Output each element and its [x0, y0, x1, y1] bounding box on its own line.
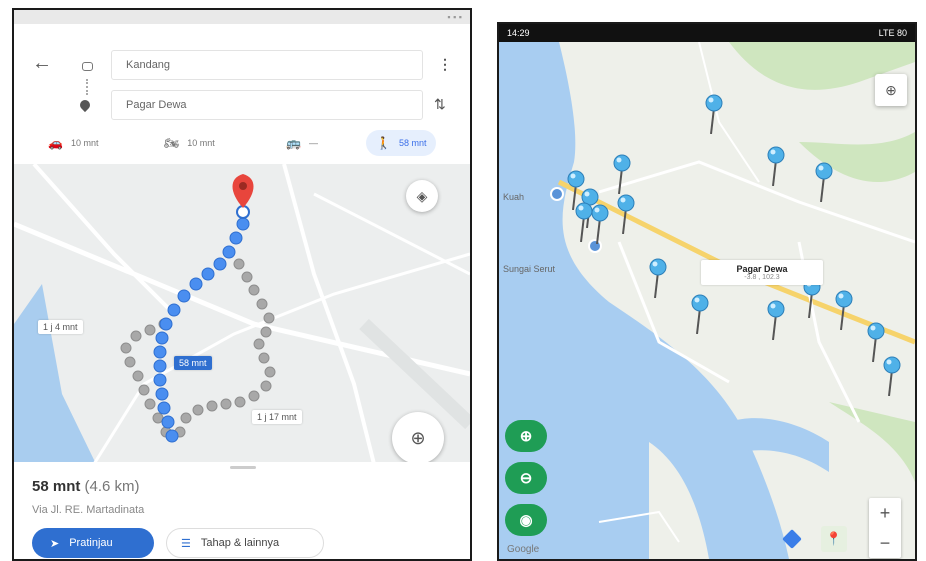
location-pin-icon[interactable] [767, 300, 785, 341]
route-distance: (4.6 km) [84, 478, 140, 495]
list-icon: ☰ [181, 537, 191, 550]
park-area-3 [829, 402, 915, 482]
bus-icon: 🚌 [286, 136, 301, 150]
zoom-in-magnifier-button[interactable]: ⊕ [505, 420, 547, 452]
destination-map-pin-icon [232, 174, 254, 208]
route-summary-line: 58 mnt (4.6 km) [32, 478, 140, 495]
steps-button-label: Tahap & lainnya [200, 537, 280, 549]
map-label-kuah: Kuah [503, 192, 525, 202]
layers-button[interactable]: ◈ [406, 180, 438, 212]
location-pin-icon[interactable] [617, 194, 635, 235]
hill-shade [359, 318, 470, 430]
magnifier-plus-icon: ⊕ [519, 428, 533, 445]
route-summary-card: 58 mnt (4.6 km) Via Jl. RE. Martadinata … [14, 462, 470, 559]
directions-diamond-icon [782, 529, 802, 549]
left-phone-screen: ▪ ▪ ▪ ← Kandang Pagar Dewa ⋮ ⇅ 🚗 10 mnt … [12, 8, 472, 561]
route-via: Via Jl. RE. Martadinata [32, 504, 145, 516]
right-phone-screen: 14:29 LTE 80 Kuah Sungai Serut Pagar Dew… [497, 22, 917, 561]
google-maps-icon: 📍 [825, 531, 843, 546]
google-logo: Google [507, 544, 540, 555]
swap-icon[interactable]: ⇅ [434, 96, 446, 113]
location-pin-icon[interactable] [767, 146, 785, 187]
map-label-sungai-serut: Sungai Serut [503, 264, 556, 274]
location-popup[interactable]: Pagar Dewa -3.8 , 102.3 [701, 260, 823, 285]
right-status-bar: 14:29 LTE 80 [499, 24, 915, 42]
location-pin-icon[interactable] [815, 162, 833, 203]
zoom-plus-button[interactable]: + [869, 498, 901, 528]
destination-field-text: Pagar Dewa [126, 99, 187, 111]
steps-button[interactable]: ☰ Tahap & lainnya [166, 528, 324, 558]
open-in-maps-button[interactable]: 📍 [821, 526, 847, 552]
more-options-icon[interactable]: ⋮ [438, 56, 452, 73]
directions-map[interactable]: 1 j 4 mnt 1 j 17 mnt 58 mnt ◈ ⊕ [14, 164, 470, 464]
mode-transit[interactable]: 🚌 — [286, 130, 318, 156]
right-status-time: 14:29 [507, 28, 530, 38]
destination-field[interactable]: Pagar Dewa [111, 90, 423, 120]
preview-button-label: Pratinjau [69, 537, 113, 549]
locations-map[interactable]: Kuah Sungai Serut Pagar Dewa -3.8 , 102.… [499, 42, 915, 559]
layers-icon: ◈ [416, 187, 428, 204]
my-location-button[interactable]: ⊕ [392, 412, 444, 464]
mode-car-time: 10 mnt [70, 138, 99, 148]
right-status-icons: LTE 80 [878, 28, 907, 38]
crosshair-icon: ⊕ [410, 427, 426, 448]
car-icon: 🚗 [48, 136, 63, 150]
directions-button[interactable] [779, 526, 805, 552]
zoom-controls: + − [869, 498, 901, 558]
back-arrow-icon[interactable]: ← [32, 52, 52, 75]
travel-modes: 🚗 10 mnt 🏍 10 mnt 🚌 — 🚶 58 mnt [14, 130, 470, 156]
navigation-arrow-icon: ➤ [50, 537, 60, 550]
mode-walk-time: 58 mnt [398, 138, 427, 148]
main-route-label-text: 58 mnt [179, 358, 207, 368]
mode-transit-time: — [308, 138, 318, 148]
motorcycle-icon: 🏍 [164, 136, 180, 150]
location-pin-icon[interactable] [649, 258, 667, 299]
view-toggle-button[interactable]: ◉ [505, 504, 547, 536]
alt-route-label-1[interactable]: 1 j 4 mnt [38, 320, 83, 334]
left-status-icons: ▪ ▪ ▪ [447, 12, 462, 22]
location-popup-title: Pagar Dewa [736, 264, 788, 274]
poi-marker-1 [550, 187, 564, 201]
alt-route-label-1-text: 1 j 4 mnt [43, 322, 78, 332]
drag-handle[interactable] [230, 466, 256, 469]
walking-icon: 🚶 [376, 136, 391, 150]
magnifier-minus-icon: ⊖ [519, 470, 533, 487]
river-shape [14, 284, 96, 464]
road-5 [313, 192, 470, 276]
eye-icon: ◉ [519, 512, 533, 529]
origin-field-text: Kandang [126, 59, 171, 71]
zoom-out-magnifier-button[interactable]: ⊖ [505, 462, 547, 494]
destination-pin-icon [77, 97, 93, 113]
crosshair-icon-right: ⊕ [885, 81, 897, 98]
directions-header: ← Kandang Pagar Dewa ⋮ ⇅ 🚗 10 mnt 🏍 10 m… [14, 24, 470, 164]
route-dots-icon [86, 79, 90, 95]
left-status-bar: ▪ ▪ ▪ [14, 10, 470, 24]
location-pin-icon[interactable] [835, 290, 853, 331]
location-popup-subtitle: -3.8 , 102.3 [744, 274, 780, 281]
alt-route-label-2-text: 1 j 17 mnt [257, 412, 297, 422]
route-duration: 58 mnt [32, 478, 81, 495]
main-route-label[interactable]: 58 mnt [174, 356, 212, 370]
alt-route-label-2[interactable]: 1 j 17 mnt [252, 410, 302, 424]
zoom-minus-button[interactable]: − [869, 528, 901, 558]
location-pin-icon[interactable] [591, 204, 609, 245]
origin-circle-icon [82, 62, 93, 71]
location-pin-icon[interactable] [691, 294, 709, 335]
origin-field[interactable]: Kandang [111, 50, 423, 80]
mode-walk[interactable]: 🚶 58 mnt [366, 130, 437, 156]
preview-button[interactable]: ➤ Pratinjau [32, 528, 154, 558]
mode-motorcycle[interactable]: 🏍 10 mnt [164, 130, 215, 156]
location-pin-icon[interactable] [705, 94, 723, 135]
mode-car[interactable]: 🚗 10 mnt [48, 130, 98, 156]
location-pin-icon[interactable] [613, 154, 631, 195]
my-location-button-right[interactable]: ⊕ [875, 74, 907, 106]
mode-motorcycle-time: 10 mnt [187, 138, 215, 148]
location-pin-icon[interactable] [883, 356, 901, 397]
